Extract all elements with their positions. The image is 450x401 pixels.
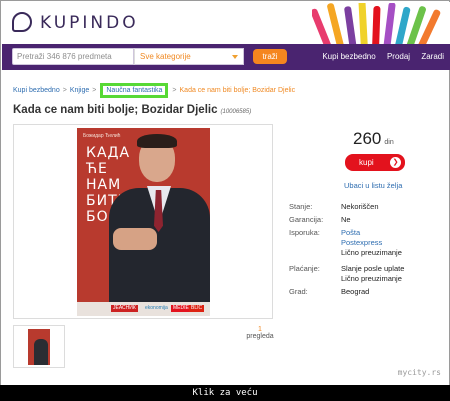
add-to-wishlist-link[interactable]: Ubaci u listu želja: [344, 181, 402, 190]
nav-links: Kupi bezbedno Prodaj Zaradi: [313, 52, 444, 61]
views-count: 1: [258, 326, 262, 333]
enlarge-label: Klik za veću: [192, 388, 258, 398]
man-hair-shape: [137, 134, 177, 148]
product-thumbnail[interactable]: [13, 325, 65, 368]
book-author: Божидар Ђелић: [83, 133, 121, 139]
book-title-line: КАДА: [86, 145, 131, 161]
delivery-posta-link[interactable]: Pošta: [341, 228, 439, 238]
logo-text: KUPINDO: [40, 13, 139, 33]
publisher-logo: ЈЕАСНИК: [111, 305, 138, 312]
price-value: 260: [353, 129, 382, 148]
detail-value: Beograd: [341, 287, 370, 296]
price-currency: din: [384, 139, 394, 146]
thumbnail-man-shape: [34, 339, 48, 365]
nav-link-prodaj[interactable]: Prodaj: [387, 52, 410, 61]
page-frame: KUPINDO Pretraži 346 876 predmeta Sve ka…: [0, 0, 450, 401]
product-title: Kada ce nam biti bolje; Bozidar Djelic (1…: [13, 104, 251, 116]
product-image-box[interactable]: Божидар Ђелић КАДА ЋЕ НАМ БИТИ БОЉЕ ЈЕАС…: [13, 124, 273, 319]
breadcrumb-separator: >: [92, 87, 97, 94]
detail-label: Isporuka:: [289, 228, 320, 237]
breadcrumb-separator: >: [172, 87, 177, 94]
search-button[interactable]: traži: [253, 49, 287, 64]
category-select[interactable]: Sve kategorije: [134, 48, 244, 65]
detail-row-garancija: Garancija: Ne: [289, 215, 439, 228]
thumbnail-book-image: [28, 329, 50, 365]
book-cover-image: Божидар Ђелић КАДА ЋЕ НАМ БИТИ БОЉЕ ЈЕАС…: [77, 128, 210, 316]
search-input[interactable]: Pretraži 346 876 predmeta: [12, 48, 134, 65]
detail-label: Plaćanje:: [289, 264, 320, 273]
detail-value: Slanje posle uplate: [341, 264, 405, 273]
man-hand-shape: [113, 228, 157, 250]
views-label: pregleda: [246, 333, 274, 340]
detail-row-placanje: Plaćanje: Slanje posle uplate Lično preu…: [289, 264, 439, 287]
product-title-text: Kada ce nam biti bolje; Bozidar Djelic: [13, 104, 218, 116]
breadcrumb-current: Kada ce nam biti bolje; Bozidar Djelic: [179, 87, 296, 94]
detail-label: Stanje:: [289, 202, 313, 211]
price: 260 din: [353, 129, 394, 149]
enlarge-bar[interactable]: Klik za veću: [0, 385, 450, 401]
nav-link-zaradi[interactable]: Zaradi: [421, 52, 444, 61]
publisher-logo: BLIC: [189, 305, 205, 312]
pencils-banner-icon: [312, 3, 442, 46]
book-publisher-logos: ЈЕАСНИК ekonomija MEDIE BLIC: [77, 302, 210, 316]
watermark: mycity.rs: [397, 368, 441, 377]
nav-link-kupi-bezbedno[interactable]: Kupi bezbedno: [322, 52, 375, 61]
main-navbar: Pretraži 346 876 predmeta Sve kategorije…: [2, 44, 450, 70]
detail-label: Garancija:: [289, 215, 324, 224]
product-id: (10006585): [220, 109, 252, 115]
kupindo-logo[interactable]: KUPINDO: [12, 10, 152, 34]
site-header: KUPINDO: [2, 2, 450, 46]
arrow-right-icon: ❯: [390, 157, 401, 168]
chevron-down-icon: [232, 55, 238, 59]
breadcrumb: Kupi bezbedno > Knjige > Naučna fantastika > K…: [13, 83, 295, 98]
detail-value: Lično preuzimanje: [341, 248, 402, 257]
publisher-logo: MEDIE: [171, 305, 191, 312]
buy-button[interactable]: kupi ❯: [345, 154, 405, 171]
detail-label: Grad:: [289, 287, 308, 296]
category-select-label: Sve kategorije: [140, 52, 191, 61]
detail-row-isporuka: Isporuka: Pošta Postexpress Lično preuzi…: [289, 228, 439, 264]
product-details: Stanje: Nekoriščen Garancija: Ne Isporuk…: [289, 202, 439, 300]
kupindo-logo-icon: [12, 12, 32, 32]
detail-row-grad: Grad: Beograd: [289, 287, 439, 300]
buy-button-label: kupi: [359, 158, 374, 167]
breadcrumb-separator: >: [62, 87, 67, 94]
detail-value: Nekoriščen: [341, 202, 379, 211]
delivery-postexpress-link[interactable]: Postexpress: [341, 238, 439, 248]
detail-value: Ne: [341, 215, 351, 224]
detail-row-stanje: Stanje: Nekoriščen: [289, 202, 439, 215]
breadcrumb-kupi-bezbedno[interactable]: Kupi bezbedno: [13, 87, 60, 94]
breadcrumb-knjige[interactable]: Knjige: [70, 87, 89, 94]
publisher-logo: ekonomija: [145, 305, 168, 311]
detail-value: Lično preuzimanje: [341, 274, 402, 283]
views-counter: 1 pregleda: [245, 326, 275, 340]
book-title-line: ЋЕ: [86, 161, 108, 177]
breadcrumb-naucna-fantastika[interactable]: Naučna fantastika: [100, 83, 169, 98]
